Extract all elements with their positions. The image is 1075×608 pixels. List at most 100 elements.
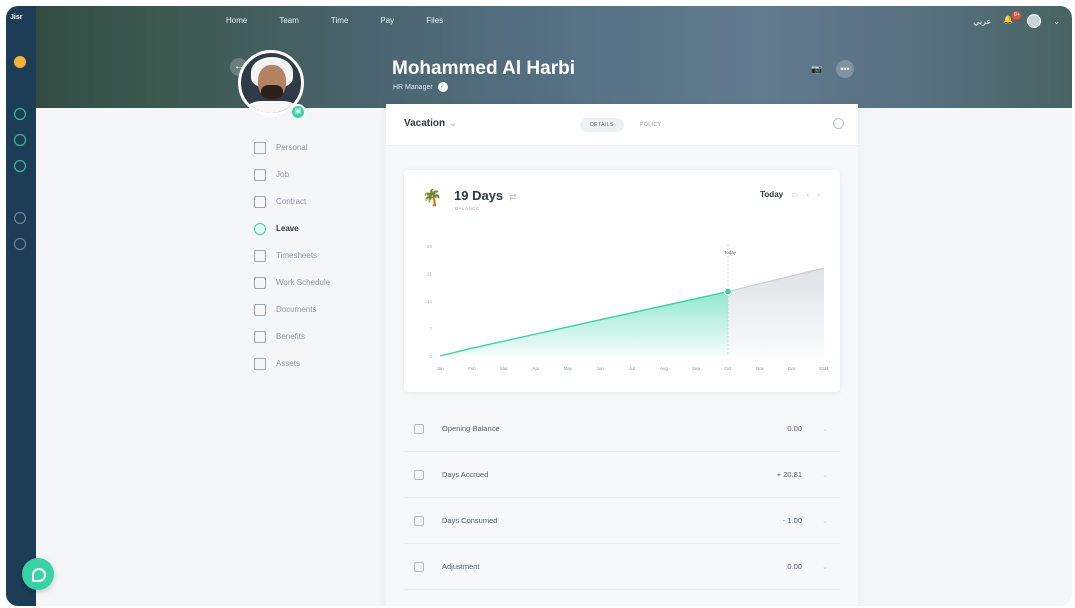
leave-panel-header: Vacation ⌄ DETAILS POLICY (386, 104, 858, 146)
rail-app-icon[interactable] (14, 160, 26, 172)
x-tick-label: Aug (660, 366, 669, 371)
summary-row[interactable]: Days Consumed - 1.00 ⌄ (404, 498, 840, 544)
x-tick-label: Jan (436, 366, 444, 371)
briefcase-icon (254, 168, 266, 181)
laptop-icon (254, 357, 266, 370)
banner-actions: 📷 ••• (808, 60, 854, 78)
sidebar-item-label: Work Schedule (276, 278, 331, 287)
x-tick-label: Feb (468, 366, 476, 371)
sidebar-item-timesheets[interactable]: Timesheets (254, 242, 330, 269)
balance-chart-card: 🌴 19 Days ⇄ BALANCE Today ▭ ‹ › 0 7 14 21 28 T… (404, 170, 840, 392)
x-tick-label: 2021 (819, 366, 830, 371)
balance-summary: Opening Balance 0.00 ⌄ Days Accrued + 20.81 ⌄… (404, 406, 840, 606)
role-label: HR Manager (393, 83, 433, 91)
chevron-down-icon[interactable]: ⌄ (1053, 17, 1060, 26)
calendar-minus-icon (414, 515, 424, 526)
summary-row-label: Opening Balance (442, 424, 500, 433)
change-photo-icon[interactable]: ▣ (290, 104, 306, 120)
sidebar-item-work-schedule[interactable]: Work Schedule (254, 269, 330, 296)
summary-row-value: + 20.81 (776, 470, 802, 479)
user-avatar-menu[interactable] (1027, 14, 1042, 28)
y-tick-label: 7 (429, 327, 432, 332)
rail-app-icon[interactable] (14, 238, 26, 250)
sidebar-item-job[interactable]: Job (254, 161, 330, 188)
nav-team[interactable]: Team (279, 16, 299, 25)
x-tick-label: Nov (756, 366, 765, 371)
sidebar-item-benefits[interactable]: Benefits (254, 323, 330, 350)
star-icon (254, 330, 266, 343)
balance-area-chart: 0 7 14 21 28 Today Jan Feb Mar Apr May Jun Jul Aug Sep… (427, 244, 830, 371)
chevron-down-icon[interactable]: ⌄ (822, 471, 828, 479)
sidebar-item-label: Job (276, 170, 289, 179)
sidebar-item-documents[interactable]: Documents (254, 296, 330, 323)
today-point (723, 287, 733, 296)
summary-row-label: Days Consumed (442, 516, 498, 525)
sidebar-item-label: Documents (276, 305, 317, 314)
x-tick-label: Mar (500, 366, 508, 371)
app-logo[interactable]: Jisr (10, 14, 22, 21)
summary-row[interactable]: Adjustment 0.00 ⌄ (404, 544, 840, 590)
chevron-down-icon[interactable]: ⌄ (822, 517, 828, 525)
sidebar-item-contract[interactable]: Contract (254, 188, 330, 215)
profile-role: HR Manager ✓ (393, 82, 448, 92)
profile-side-menu: Personal Job Contract Leave Timesheets Work S… (254, 134, 330, 377)
leave-type-label: Vacation (404, 118, 446, 129)
x-tick-label: Sep (692, 366, 701, 371)
sidebar-item-label: Assets (276, 359, 301, 368)
sidebar-item-label: Timesheets (276, 251, 318, 260)
top-right-controls: عربي 🔔 9+ ⌄ (973, 11, 1060, 28)
history-icon[interactable] (833, 118, 844, 129)
x-tick-label: Jul (629, 366, 635, 371)
nav-files[interactable]: Files (426, 16, 443, 25)
leave-panel: Vacation ⌄ DETAILS POLICY 🌴 19 Days ⇄ BALA… (386, 104, 858, 606)
chevron-down-icon[interactable]: ⌄ (822, 563, 828, 571)
summary-row[interactable]: Days Accrued + 20.81 ⌄ (404, 452, 840, 498)
left-rail: Jisr (6, 6, 36, 606)
rail-app-icon[interactable] (14, 108, 26, 120)
nav-home[interactable]: Home (226, 16, 247, 25)
summary-row-value: 0.00 (787, 424, 802, 433)
rail-app-icon[interactable] (14, 134, 26, 146)
clock-icon (254, 222, 266, 235)
person-icon (254, 141, 266, 154)
summary-row[interactable]: Balance19.81⌄ (404, 590, 840, 606)
chevron-down-icon: ⌄ (449, 118, 458, 129)
tab-policy[interactable]: POLICY (630, 118, 671, 132)
summary-row[interactable]: Opening Balance 0.00 ⌄ (404, 406, 840, 452)
sidebar-item-leave[interactable]: Leave (254, 215, 330, 242)
bell-icon[interactable]: 🔔 9+ (1003, 11, 1022, 27)
language-toggle[interactable]: عربي (973, 17, 991, 26)
summary-row-value: - 1.00 (782, 516, 802, 525)
chevron-down-icon[interactable]: ⌄ (822, 425, 828, 433)
leave-type-dropdown[interactable]: Vacation ⌄ (404, 118, 458, 129)
sidebar-item-assets[interactable]: Assets (254, 350, 330, 377)
profile-banner: Home Team Time Pay Files عربي 🔔 9+ ⌄ ← Mo… (36, 6, 1072, 108)
x-tick-label: Jun (596, 366, 604, 371)
summary-row-label: Days Accrued (442, 470, 489, 479)
chat-support-button[interactable] (22, 558, 54, 590)
profile-name: Mohammed Al Harbi (392, 58, 575, 79)
top-navigation: Home Team Time Pay Files (226, 16, 443, 25)
info-icon[interactable]: ✓ (437, 82, 448, 92)
tab-details[interactable]: DETAILS (580, 118, 624, 132)
y-tick-label: 21 (427, 272, 433, 277)
sidebar-item-personal[interactable]: Personal (254, 134, 330, 161)
more-options-icon[interactable]: ••• (836, 60, 854, 78)
notification-badge: 9+ (1012, 11, 1022, 20)
leave-tabs: DETAILS POLICY (580, 118, 671, 132)
contract-icon (254, 195, 266, 208)
x-tick-label: Dec (788, 366, 797, 371)
x-tick-label: Oct (724, 366, 732, 371)
calendar-plus-icon (414, 469, 424, 480)
x-tick-label: Apr (532, 366, 540, 371)
summary-row-value: 0.00 (787, 562, 802, 571)
rail-app-icon[interactable] (14, 212, 26, 224)
summary-row-label: Adjustment (442, 562, 480, 571)
y-tick-label: 14 (427, 299, 433, 304)
x-tick-label: May (564, 366, 573, 371)
today-label: Today (724, 250, 737, 255)
nav-time[interactable]: Time (331, 16, 348, 25)
camera-icon[interactable]: 📷 (808, 60, 826, 78)
nav-pay[interactable]: Pay (380, 16, 394, 25)
favorites-icon[interactable] (14, 56, 26, 68)
